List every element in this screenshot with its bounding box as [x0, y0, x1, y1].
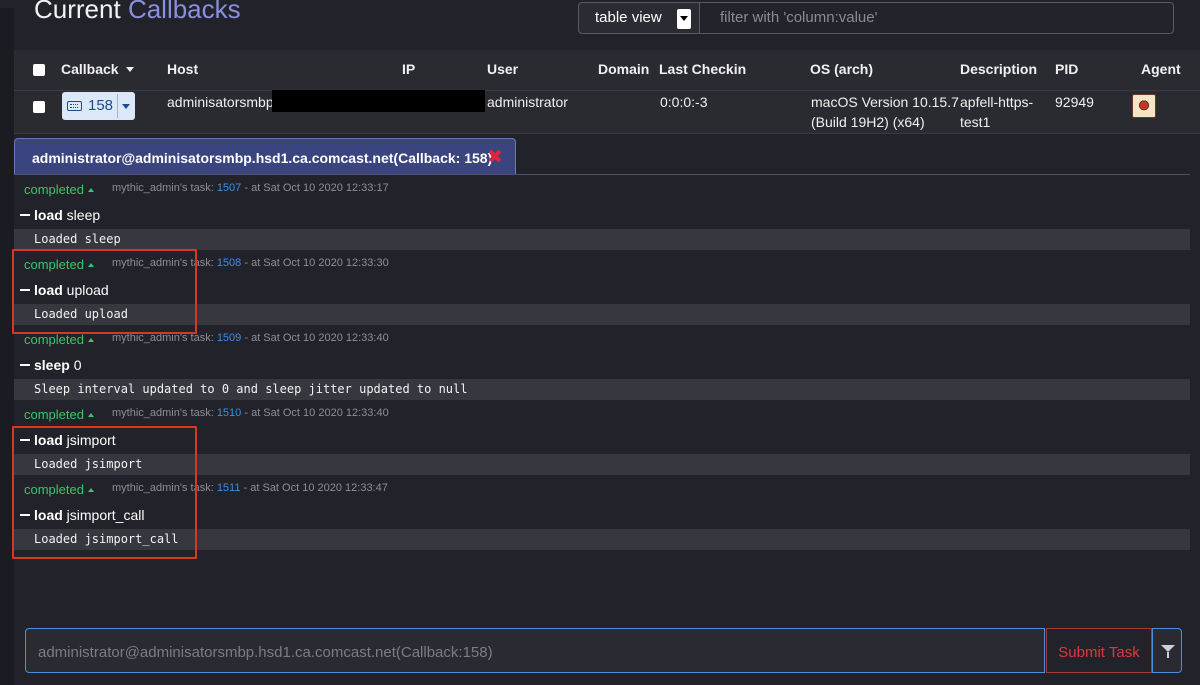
row-os-line2: (Build 19H2) (x64)	[811, 114, 925, 130]
column-header-ip: IP	[402, 61, 416, 77]
column-header-host: Host	[167, 61, 199, 77]
column-header-description: Description	[960, 61, 1038, 77]
task-meta: mythic_admin's task: 1507 - at Sat Oct 1…	[112, 182, 389, 194]
callback-id-button[interactable]: 158	[62, 92, 135, 120]
chevron-down-icon	[677, 9, 691, 29]
callbacks-table: Callback Host IP User Domain Last Checki…	[14, 50, 1200, 134]
column-header-pid: PID	[1055, 61, 1079, 77]
column-header-domain: Domain	[598, 61, 650, 77]
chevron-up-icon	[87, 338, 94, 342]
apfell-agent-icon[interactable]	[1132, 94, 1156, 118]
row-pid: 92949	[1055, 94, 1094, 110]
tab-callback-158[interactable]: administrator@adminisatorsmbp.hsd1.ca.co…	[14, 138, 516, 174]
redacted-block	[272, 90, 485, 112]
table-header-divider	[14, 90, 1200, 91]
row-select-checkbox[interactable]	[33, 101, 45, 113]
highlight-box	[12, 426, 197, 559]
column-header-user: User	[487, 61, 519, 77]
task-command: load sleep	[20, 207, 100, 223]
select-all-checkbox[interactable]	[33, 64, 45, 76]
page-title-prefix: Current	[34, 0, 121, 24]
close-icon[interactable]: ✖	[487, 146, 503, 169]
chevron-down-icon	[122, 104, 130, 109]
row-description-line1: apfell-https-	[960, 94, 1034, 110]
tab-label: administrator@adminisatorsmbp.hsd1.ca.co…	[32, 150, 493, 166]
task-id-link[interactable]: 1508	[217, 257, 241, 269]
chevron-up-icon	[87, 188, 94, 192]
column-header-agent: Agent	[1141, 61, 1181, 77]
row-user: administrator	[487, 94, 568, 110]
filter-icon	[1161, 645, 1175, 658]
chevron-up-icon	[87, 413, 94, 417]
task-status-toggle[interactable]: completed	[24, 332, 94, 347]
task-id-link[interactable]: 1509	[217, 332, 241, 344]
task-status-toggle[interactable]: completed	[24, 182, 94, 197]
task-id-link[interactable]: 1510	[217, 407, 241, 419]
task-id-link[interactable]: 1511	[217, 482, 241, 494]
column-header-last-checkin: Last Checkin	[659, 61, 747, 77]
task-command-placeholder: administrator@adminisatorsmbp.hsd1.ca.co…	[38, 644, 493, 661]
sort-caret-icon	[126, 67, 135, 72]
row-os-line1: macOS Version 10.15.7	[811, 94, 959, 110]
collapse-dash-icon	[20, 214, 30, 216]
task-id-link[interactable]: 1507	[217, 182, 241, 194]
callback-id: 158	[88, 97, 114, 114]
task-status-toggle[interactable]: completed	[24, 407, 94, 422]
page-title: Current Callbacks	[34, 0, 241, 25]
column-header-os: OS (arch)	[810, 61, 874, 77]
submit-task-button[interactable]: Submit Task	[1046, 628, 1152, 673]
keyboard-icon	[67, 101, 82, 111]
task-entry: completed mythic_admin's task: 1507 - at…	[14, 175, 1190, 250]
task-command: sleep 0	[20, 357, 82, 373]
task-command-input[interactable]: administrator@adminisatorsmbp.hsd1.ca.co…	[25, 628, 1045, 673]
view-mode-select-value: table view	[595, 9, 662, 26]
highlight-box	[12, 249, 197, 334]
task-meta: mythic_admin's task: 1510 - at Sat Oct 1…	[112, 407, 389, 419]
task-filter-button[interactable]	[1152, 628, 1182, 673]
task-output: Loaded sleep	[14, 229, 1190, 250]
row-host: adminisatorsmbp.	[167, 94, 278, 110]
callback-filter-placeholder: filter with 'column:value'	[720, 9, 878, 26]
task-entry: completed mythic_admin's task: 1509 - at…	[14, 325, 1190, 400]
column-header-callback[interactable]: Callback	[61, 61, 135, 77]
row-description-line2: test1	[960, 114, 991, 130]
view-mode-select[interactable]: table view	[578, 2, 700, 34]
page-title-accent: Callbacks	[127, 0, 241, 24]
collapse-dash-icon	[20, 364, 30, 366]
task-output: Sleep interval updated to 0 and sleep ji…	[14, 379, 1190, 400]
callback-filter-input[interactable]: filter with 'column:value'	[700, 2, 1174, 34]
row-last-checkin: 0:0:0:-3	[660, 94, 708, 110]
button-split-divider	[117, 94, 118, 118]
